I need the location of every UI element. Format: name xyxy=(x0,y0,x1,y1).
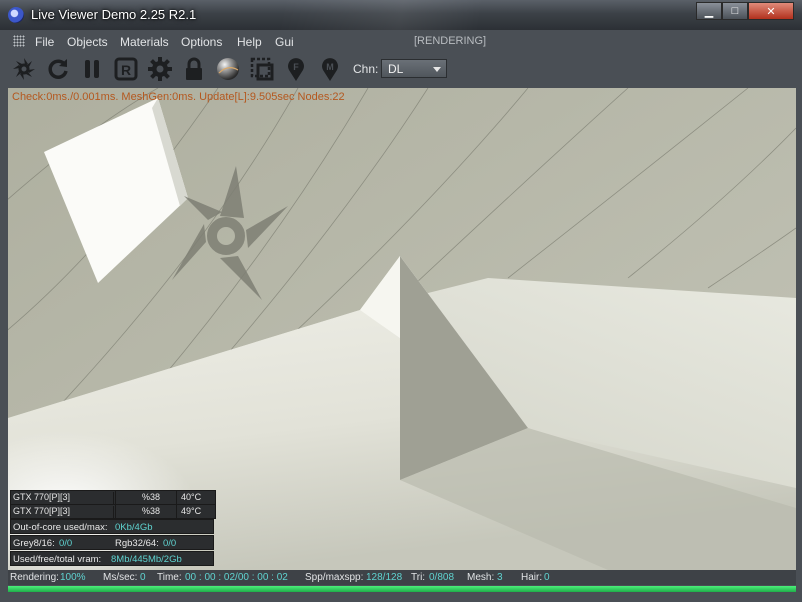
menu-materials[interactable]: Materials xyxy=(120,35,169,49)
out-of-core-value: 0Kb/4Gb xyxy=(115,522,153,533)
channel-label: Chn: xyxy=(353,62,379,76)
focus-picker-icon[interactable]: F xyxy=(282,55,310,83)
gpu-usage: %38 xyxy=(142,492,161,502)
menu-options[interactable]: Options xyxy=(181,35,222,49)
ms-value: 0 xyxy=(140,572,146,583)
maximize-button[interactable]: □ xyxy=(722,2,748,20)
svg-text:R: R xyxy=(121,62,131,78)
gpu-row: GTX 770[P][3] %38 49°C xyxy=(11,505,215,518)
grey-value: 0/0 xyxy=(59,538,73,549)
app-window: Live Viewer Demo 2.25 R2.1 ▁ □ ✕ File Ob… xyxy=(0,0,802,602)
hair-value: 0 xyxy=(544,572,550,583)
time-label: Time: xyxy=(157,572,182,583)
out-of-core-stat: Out-of-core used/max: 0Kb/4Gb xyxy=(10,519,214,534)
render-viewport[interactable]: Check:0ms./0.001ms. MeshGen:0ms. Update[… xyxy=(8,88,796,570)
svg-text:F: F xyxy=(293,62,299,72)
channel-dropdown[interactable]: DL xyxy=(381,59,447,78)
menu-bar: File Objects Materials Options Help Gui … xyxy=(8,31,796,51)
hair-label: Hair: xyxy=(521,572,543,583)
rgb-value: 0/0 xyxy=(163,538,177,549)
title-bar[interactable]: Live Viewer Demo 2.25 R2.1 ▁ □ ✕ xyxy=(0,0,802,30)
window-title: Live Viewer Demo 2.25 R2.1 xyxy=(31,7,197,22)
render-progress-bar xyxy=(8,586,796,592)
lock-icon[interactable] xyxy=(180,55,208,83)
svg-text:M: M xyxy=(326,62,334,72)
close-button[interactable]: ✕ xyxy=(748,2,794,20)
vram-stat: Used/free/total vram: 8Mb/445Mb/2Gb xyxy=(10,551,214,566)
render-r-icon[interactable]: R xyxy=(112,55,140,83)
menu-help[interactable]: Help xyxy=(237,35,262,49)
channel-value: DL xyxy=(388,62,404,76)
pause-icon[interactable] xyxy=(78,55,106,83)
rgb-label: Rgb32/64: xyxy=(115,538,159,549)
material-picker-icon[interactable]: M xyxy=(316,55,344,83)
gpu-row: GTX 770[P][3] %38 40°C xyxy=(11,491,215,505)
material-sphere-icon[interactable] xyxy=(214,55,242,83)
mesh-label: Mesh: xyxy=(467,572,495,583)
region-render-icon[interactable] xyxy=(248,55,276,83)
menu-file[interactable]: File xyxy=(35,35,54,49)
gpu-name: GTX 770[P][3] xyxy=(13,506,114,518)
vram-value: 8Mb/445Mb/2Gb xyxy=(111,554,182,565)
toolbar: R F M Chn: DL xyxy=(8,52,796,88)
octane-logo-icon[interactable] xyxy=(10,55,38,83)
render-state-label: [RENDERING] xyxy=(414,35,487,47)
out-of-core-label: Out-of-core used/max: xyxy=(13,522,108,533)
settings-gear-icon[interactable] xyxy=(146,55,174,83)
texture-stat: Grey8/16: 0/0 Rgb32/64: 0/0 xyxy=(10,535,214,550)
gpu-temp: 40°C xyxy=(181,492,202,502)
grey-label: Grey8/16: xyxy=(13,538,55,549)
spp-value: 128/128 xyxy=(366,572,403,583)
chevron-down-icon xyxy=(433,67,441,72)
rendering-label: Rendering: xyxy=(10,572,59,583)
rendering-value: 100% xyxy=(60,572,86,583)
tri-label: Tri: xyxy=(411,572,426,583)
spp-label: Spp/maxspp: xyxy=(305,572,364,583)
window-controls: ▁ □ ✕ xyxy=(696,2,794,22)
refresh-icon[interactable] xyxy=(44,55,72,83)
gpu-name: GTX 770[P][3] xyxy=(13,492,114,504)
menu-grip-icon[interactable] xyxy=(13,35,25,47)
tri-value: 0/808 xyxy=(429,572,455,583)
app-logo-icon xyxy=(8,7,24,23)
gpu-temp: 49°C xyxy=(181,506,202,516)
render-info-line: Check:0ms./0.001ms. MeshGen:0ms. Update[… xyxy=(12,91,345,103)
time-value: 00 : 00 : 02/00 : 00 : 02 xyxy=(185,572,288,583)
vram-label: Used/free/total vram: xyxy=(13,554,102,565)
ms-label: Ms/sec: xyxy=(103,572,138,583)
status-bar: Rendering: 100% Ms/sec: 0 Time: 00 : 00 … xyxy=(8,570,796,585)
menu-gui[interactable]: Gui xyxy=(275,35,294,49)
gpu-usage: %38 xyxy=(142,506,161,516)
menu-objects[interactable]: Objects xyxy=(67,35,108,49)
gpu-stats-table: GTX 770[P][3] %38 40°C GTX 770[P][3] %38… xyxy=(10,490,216,519)
mesh-value: 3 xyxy=(497,572,503,583)
minimize-button[interactable]: ▁ xyxy=(696,2,722,20)
render-progress-fill xyxy=(8,586,796,592)
